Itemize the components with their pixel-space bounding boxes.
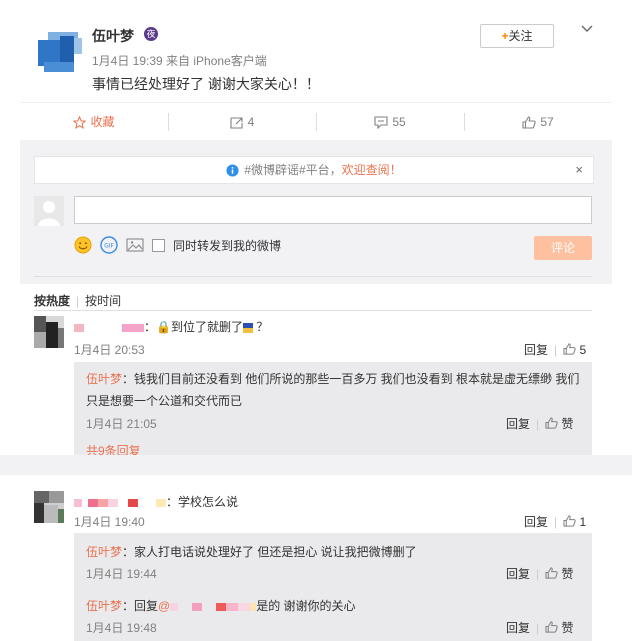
reply-ops: 回复 | 赞 <box>506 621 574 635</box>
author-name[interactable]: 伍叶梦 <box>92 26 134 46</box>
author-avatar[interactable] <box>34 22 86 74</box>
thumbs-up-icon[interactable] <box>545 621 558 633</box>
post-text: 事情已经处理好了 谢谢大家关心！！ <box>92 76 320 92</box>
reply-thread: 伍叶梦：家人打电话说处理好了 但还是担心 说让我把微博删了 1月4日 19:44… <box>74 533 592 641</box>
comment-ops: 回复 | 5 <box>524 343 587 357</box>
like-count: 1 <box>579 515 587 529</box>
gif-icon[interactable]: GIF <box>100 236 118 254</box>
post-action-bar: 收藏 4 55 57 <box>20 102 612 142</box>
reply-ops: 回复 | 赞 <box>506 567 574 581</box>
composer-tools: GIF 同时转发到我的微博 <box>74 234 281 256</box>
submit-comment-button[interactable]: 评论 <box>534 236 592 260</box>
comment-list: 按热度 | 按时间 ：🔒到位了就删了 ？ 1月4日 20:53 回复 | 5 伍叶梦：… <box>20 284 612 455</box>
thumbs-up-icon[interactable] <box>563 343 576 355</box>
repost-button[interactable]: 4 <box>168 103 316 141</box>
like-count: 5 <box>579 343 587 357</box>
sort-separator: | <box>76 294 80 308</box>
comment-input[interactable] <box>74 196 592 224</box>
notice-text[interactable]: #微博辟谣#平台， <box>244 163 341 177</box>
comment-icon <box>374 116 388 130</box>
blurred-username[interactable] <box>74 323 84 332</box>
info-icon <box>226 164 239 177</box>
more-replies-link[interactable]: 共9条回复 <box>86 442 141 455</box>
favorite-button[interactable]: 收藏 <box>20 103 168 141</box>
comment-button[interactable]: 55 <box>316 103 464 141</box>
thumbs-up-icon[interactable] <box>545 417 558 429</box>
reply-button[interactable]: 回复 <box>524 343 548 357</box>
reply-time: 1月4日 19:48 <box>86 621 157 635</box>
divider <box>34 310 592 311</box>
reply-author[interactable]: 伍叶梦 <box>86 545 122 559</box>
mention-link[interactable]: @ <box>158 599 170 613</box>
like-button[interactable]: 57 <box>464 103 612 141</box>
notice-link[interactable]: 欢迎查阅！ <box>342 163 402 177</box>
favorite-label: 收藏 <box>90 115 115 129</box>
follow-button[interactable]: +关注 <box>480 24 554 48</box>
emoji-icon <box>242 322 253 333</box>
reply-button[interactable]: 回复 <box>506 567 530 581</box>
sort-bar: 按热度 | 按时间 <box>34 292 121 309</box>
thumbs-up-icon <box>522 116 536 129</box>
like-label: 赞 <box>561 567 574 581</box>
comment-time: 1月4日 20:53 <box>74 343 145 357</box>
blurred-username[interactable] <box>74 498 82 507</box>
repost-checkbox-label[interactable]: 同时转发到我的微博 <box>173 237 281 254</box>
reply-button[interactable]: 回复 <box>524 515 548 529</box>
star-icon <box>73 115 87 130</box>
like-label: 赞 <box>561 621 574 635</box>
reply-button[interactable]: 回复 <box>506 621 530 635</box>
reply-text: 伍叶梦：回复@ 是的 谢谢你的关心 <box>86 599 356 613</box>
like-count: 57 <box>540 115 554 129</box>
reply-time: 1月4日 21:05 <box>86 417 157 431</box>
reply-ops: 回复 | 赞 <box>506 417 574 431</box>
comment-text: ：🔒到位了就删了 ？ <box>74 318 268 335</box>
reply-time: 1月4日 19:44 <box>86 567 157 581</box>
thumbs-up-icon[interactable] <box>545 567 558 579</box>
vip-badge-icon: 夜 <box>144 27 158 41</box>
sort-by-time[interactable]: 按时间 <box>85 294 121 308</box>
plus-icon: + <box>501 29 509 43</box>
comment-list-continued: ：学校怎么说 1月4日 19:40 回复 | 1 伍叶梦：家人打电话说处理好了 但… <box>20 475 612 641</box>
repost-checkbox[interactable] <box>152 238 165 252</box>
commenter-avatar[interactable] <box>34 491 64 523</box>
emoji-icon[interactable] <box>74 236 92 254</box>
reply-thread: 伍叶梦：钱我们目前还没看到 他们所说的那些一百多万 我们也没看到 根本就是虚无缥… <box>74 362 592 455</box>
reply-text-line2: 只是想要一个公道和交代而已 <box>86 394 243 408</box>
section-gap <box>0 455 632 475</box>
blurred-username[interactable] <box>170 602 179 611</box>
close-icon[interactable]: × <box>575 157 583 183</box>
reply-text: 伍叶梦：家人打电话说处理好了 但还是担心 说让我把微博删了 <box>86 545 417 559</box>
repost-count: 4 <box>247 115 255 129</box>
commenter-avatar[interactable] <box>34 316 64 348</box>
comment-count: 55 <box>392 115 406 129</box>
comment-ops: 回复 | 1 <box>524 515 587 529</box>
like-label: 赞 <box>561 417 574 431</box>
reply-author[interactable]: 伍叶梦 <box>86 372 122 386</box>
divider <box>34 276 592 277</box>
thumbs-up-icon[interactable] <box>563 515 576 527</box>
post-meta: 1月4日 19:39 来自 iPhone客户端 <box>92 54 267 68</box>
sort-by-hot[interactable]: 按热度 <box>34 294 70 308</box>
rumor-notice: #微博辟谣#平台，欢迎查阅！ × <box>34 156 594 184</box>
image-icon[interactable] <box>126 237 144 253</box>
reply-author[interactable]: 伍叶梦 <box>86 599 122 613</box>
comment-text: ：学校怎么说 <box>74 493 238 510</box>
my-avatar <box>34 196 64 226</box>
weibo-post-card: 伍叶梦 夜 1月4日 19:39 来自 iPhone客户端 事情已经处理好了 谢… <box>20 0 612 455</box>
follow-label: 关注 <box>508 29 533 43</box>
repost-icon <box>230 117 243 129</box>
svg-text:GIF: GIF <box>104 243 114 250</box>
comment-time: 1月4日 19:40 <box>74 515 145 529</box>
reply-button[interactable]: 回复 <box>506 417 530 431</box>
reply-text: 伍叶梦：钱我们目前还没看到 他们所说的那些一百多万 我们也没看到 根本就是虚无缥… <box>86 372 580 386</box>
chevron-down-icon[interactable] <box>580 22 594 36</box>
